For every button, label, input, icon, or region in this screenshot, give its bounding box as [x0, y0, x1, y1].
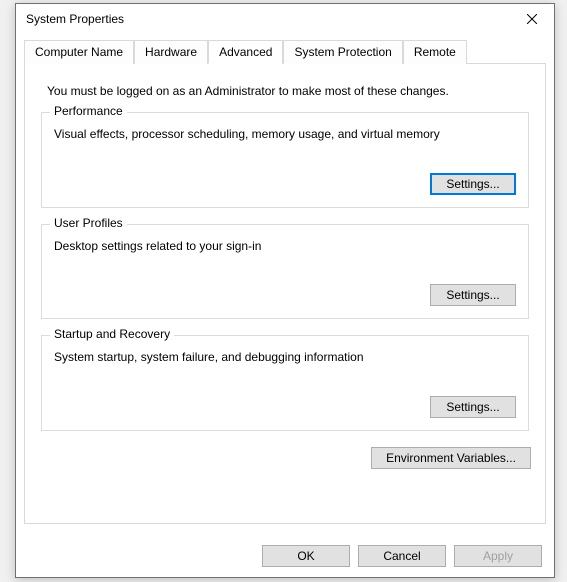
startup-recovery-button-row: Settings...: [54, 396, 516, 418]
startup-recovery-settings-button[interactable]: Settings...: [430, 396, 516, 418]
tab-computer-name[interactable]: Computer Name: [24, 40, 134, 64]
system-properties-dialog: System Properties Computer Name Hardware…: [15, 3, 555, 578]
user-profiles-group: User Profiles Desktop settings related t…: [41, 224, 529, 320]
tab-panel-advanced: You must be logged on as an Administrato…: [24, 64, 546, 524]
dialog-content: Computer Name Hardware Advanced System P…: [16, 34, 554, 532]
performance-group-title: Performance: [50, 104, 127, 118]
user-profiles-desc-text: Desktop settings related to your sign-in: [54, 239, 516, 255]
startup-recovery-desc-text: System startup, system failure, and debu…: [54, 350, 516, 366]
ok-button[interactable]: OK: [262, 545, 350, 567]
startup-recovery-group: Startup and Recovery System startup, sys…: [41, 335, 529, 431]
window-title: System Properties: [26, 12, 124, 26]
admin-note-text: You must be logged on as an Administrato…: [47, 84, 531, 98]
performance-desc-text: Visual effects, processor scheduling, me…: [54, 127, 516, 143]
startup-recovery-group-title: Startup and Recovery: [50, 327, 174, 341]
performance-settings-button[interactable]: Settings...: [430, 173, 516, 195]
close-button[interactable]: [518, 7, 546, 31]
performance-group: Performance Visual effects, processor sc…: [41, 112, 529, 208]
performance-button-row: Settings...: [54, 173, 516, 195]
user-profiles-button-row: Settings...: [54, 284, 516, 306]
tab-hardware[interactable]: Hardware: [134, 40, 208, 64]
tab-advanced[interactable]: Advanced: [208, 40, 283, 64]
user-profiles-settings-button[interactable]: Settings...: [430, 284, 516, 306]
dialog-footer: OK Cancel Apply: [262, 545, 542, 567]
tab-system-protection[interactable]: System Protection: [283, 40, 402, 64]
env-vars-row: Environment Variables...: [39, 447, 531, 469]
titlebar: System Properties: [16, 4, 554, 34]
apply-button[interactable]: Apply: [454, 545, 542, 567]
cancel-button[interactable]: Cancel: [358, 545, 446, 567]
close-icon: [527, 14, 537, 24]
tabstrip: Computer Name Hardware Advanced System P…: [24, 39, 546, 64]
environment-variables-button[interactable]: Environment Variables...: [371, 447, 531, 469]
tab-remote[interactable]: Remote: [403, 40, 467, 64]
user-profiles-group-title: User Profiles: [50, 216, 127, 230]
